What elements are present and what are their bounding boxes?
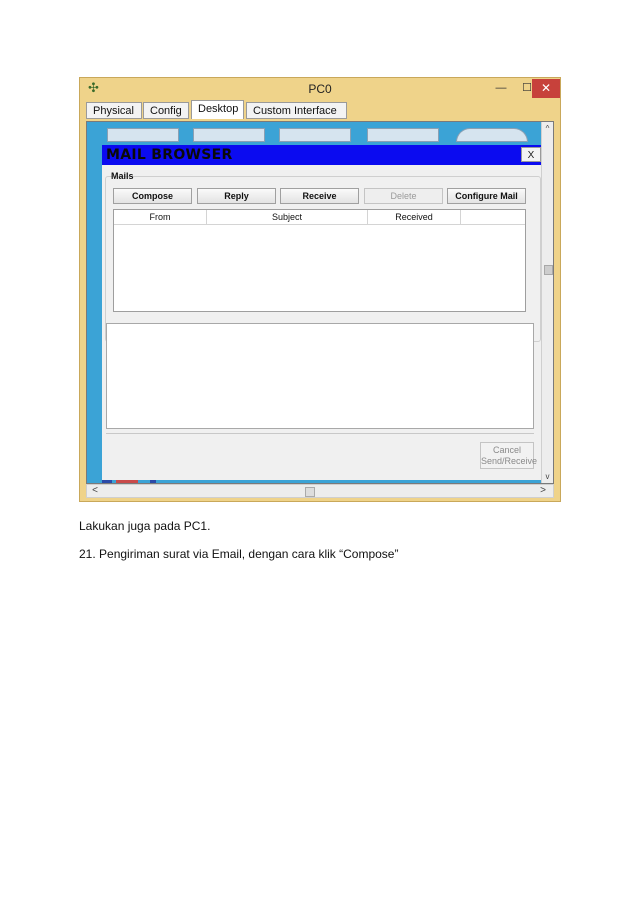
desktop-app-icon[interactable] [107, 128, 179, 142]
tab-desktop[interactable]: Desktop [191, 100, 244, 119]
delete-button[interactable]: Delete [364, 188, 443, 204]
mail-preview-pane[interactable] [106, 323, 534, 429]
horizontal-scrollbar[interactable]: < > [86, 484, 554, 498]
send-receive-label: Send/Receive [481, 456, 538, 466]
scroll-up-icon[interactable]: ^ [542, 123, 553, 135]
scroll-left-icon[interactable]: < [89, 485, 101, 497]
vertical-scroll-thumb[interactable] [544, 265, 553, 275]
cancel-label: Cancel [492, 445, 521, 455]
column-header-received[interactable]: Received [368, 210, 461, 225]
scroll-right-icon[interactable]: > [537, 485, 549, 497]
mails-label: Mails [111, 171, 134, 181]
column-header-empty [461, 210, 525, 225]
tab-custom-interface[interactable]: Custom Interface [246, 102, 347, 119]
desktop-app-icon[interactable] [193, 128, 265, 142]
receive-button[interactable]: Receive [280, 188, 359, 204]
column-header-subject[interactable]: Subject [207, 210, 368, 225]
mail-browser-title: MAIL BROWSER [106, 147, 233, 163]
cancel-send-receive-button[interactable]: Cancel Send/Receive [480, 442, 538, 469]
caption-line-2: 21. Pengiriman surat via Email, dengan c… [79, 547, 399, 561]
tab-physical[interactable]: Physical [86, 102, 142, 119]
title-bar[interactable]: ✣ PC0 — ☐ ✕ [80, 78, 560, 100]
mail-browser-close-button[interactable]: X [521, 147, 541, 162]
minimize-button[interactable]: — [489, 79, 513, 98]
desktop-app-icon[interactable] [279, 128, 351, 142]
desktop-area: MAIL BROWSER X Mails Compose Reply Recei… [86, 121, 554, 484]
desktop-app-icon[interactable] [456, 128, 528, 142]
reply-button[interactable]: Reply [197, 188, 276, 204]
compose-button[interactable]: Compose [113, 188, 192, 204]
desktop-app-icon[interactable] [367, 128, 439, 142]
pc0-window: ✣ PC0 — ☐ ✕ Physical Config Desktop Cust… [79, 77, 561, 502]
vertical-scrollbar[interactable]: ^ v [541, 122, 553, 483]
divider [106, 433, 534, 434]
close-window-button[interactable]: ✕ [532, 79, 560, 98]
horizontal-scroll-thumb[interactable] [305, 487, 315, 497]
scroll-down-icon[interactable]: v [542, 471, 553, 483]
mail-browser-header: MAIL BROWSER X [102, 145, 544, 165]
window-title: PC0 [308, 82, 332, 96]
configure-mail-button[interactable]: Configure Mail [447, 188, 526, 204]
caption-line-1: Lakukan juga pada PC1. [79, 519, 211, 533]
tab-config[interactable]: Config [143, 102, 189, 119]
mail-list-table[interactable]: From Subject Received [113, 209, 526, 312]
mail-browser: MAIL BROWSER X Mails Compose Reply Recei… [102, 145, 544, 480]
column-header-from[interactable]: From [114, 210, 207, 225]
